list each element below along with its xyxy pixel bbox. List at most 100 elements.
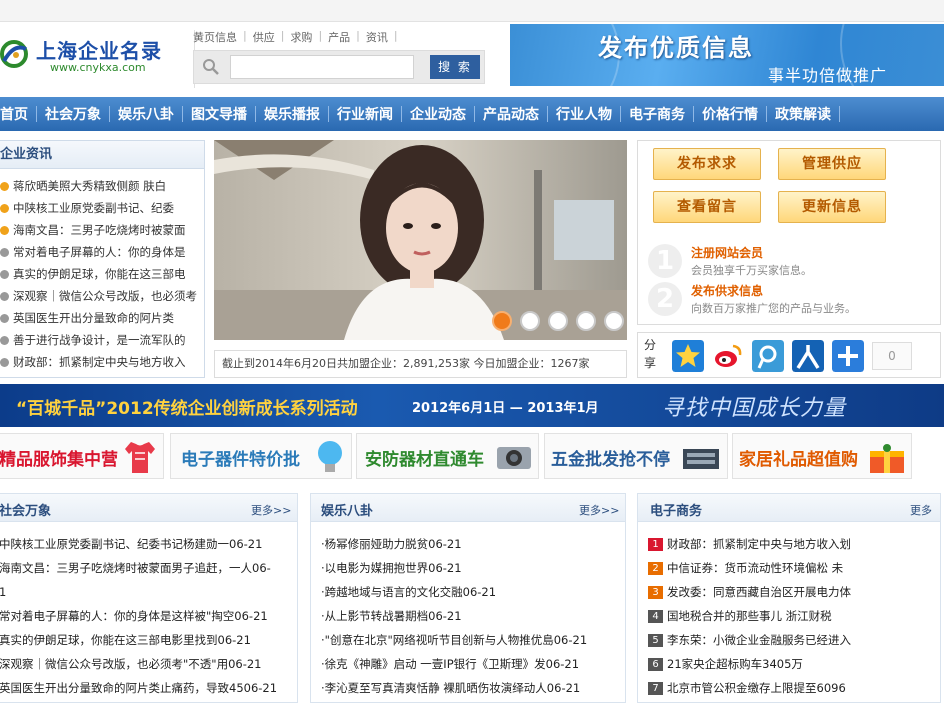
post-request-button[interactable]: 发布求求	[653, 148, 761, 180]
top-ad-banner[interactable]: 发布优质信息 事半功倍做推广	[510, 24, 944, 86]
nav-home[interactable]: 首页	[0, 104, 36, 124]
category-security[interactable]: 安防器材直通车	[356, 433, 539, 479]
view-messages-button[interactable]: 查看留言	[653, 191, 761, 223]
top-link-news[interactable]: 资讯	[360, 29, 394, 45]
list-item[interactable]: ·"创意在北京"网络视听节目创新与人物推优島06-21	[321, 628, 625, 652]
top-link-purchase[interactable]: 求购	[284, 29, 318, 45]
column-society: 社会万象 更多>> 中陕核工业原党委副书记、纪委书记杨建勋一06-21 海南文昌：…	[0, 493, 298, 703]
step-title: 注册网站会员	[691, 246, 764, 260]
list-item[interactable]: 3 发改委：同意西藏自治区开展电力体	[648, 580, 940, 604]
news-item[interactable]: 财政部：抓紧制定中央与地方收入	[0, 351, 204, 373]
renren-icon[interactable]	[792, 340, 824, 372]
column-ecommerce: 电子商务 更多 1 财政部：抓紧制定中央与地方收入划 2 中信证券：货币流动性环境偏松…	[637, 493, 941, 703]
bullet-icon	[0, 335, 9, 345]
nav-industry-people[interactable]: 行业人物	[548, 104, 620, 124]
category-label: 安防器材直通车	[365, 450, 484, 470]
more-link[interactable]: 更多>>	[251, 502, 291, 518]
list-item[interactable]: 4 国地税合并的那些事儿 浙江财税	[648, 604, 940, 628]
category-clothing[interactable]: 精品服饰集中营	[0, 433, 164, 479]
list-item[interactable]: 2 中信证券：货币流动性环境偏松 未	[648, 556, 940, 580]
category-home-gifts[interactable]: 家居礼品超值购	[732, 433, 912, 479]
news-item[interactable]: 善于进行战争设计，是一流军队的	[0, 329, 204, 351]
nav-industry-news[interactable]: 行业新闻	[329, 104, 401, 124]
top-link-yellowpages[interactable]: 黄页信息	[193, 29, 243, 45]
list-item[interactable]: 7 北京市管公积金缴存上限提至6096	[648, 676, 940, 700]
slide-dot[interactable]	[492, 311, 512, 331]
top-link-supply[interactable]: 供应	[247, 29, 281, 45]
nav-company-news[interactable]: 企业动态	[402, 104, 474, 124]
share-count: 0	[872, 342, 912, 370]
list-item[interactable]: 1	[0, 580, 297, 604]
list-item[interactable]: ·以电影为媒拥抱世界06-21	[321, 556, 625, 580]
nav-product-news[interactable]: 产品动态	[475, 104, 547, 124]
news-item[interactable]: 深观察｜微信公众号改版，也必须考	[0, 285, 204, 307]
list-item[interactable]: 真实的伊朗足球，你能在这三部电影里找到06-21	[0, 628, 297, 652]
list-item-text: 北京市管公积金缴存上限提至6096	[667, 681, 846, 695]
main-nav: 首页 社会万象 娱乐八卦 图文导播 娱乐播报 行业新闻 企业动态 产品动态 行业…	[0, 97, 944, 131]
list-item[interactable]: ·徐克《神雕》启动 一壹IP银行《卫斯理》发06-21	[321, 652, 625, 676]
bullet-icon	[0, 203, 9, 213]
nav-photo-guide[interactable]: 图文导播	[183, 104, 255, 124]
qzone-icon[interactable]	[672, 340, 704, 372]
list-item[interactable]: ·跨越地域与语言的文化交融06-21	[321, 580, 625, 604]
logo-swirl-icon	[0, 40, 28, 68]
campaign-banner[interactable]: “百城千品”2012传统企业创新成长系列活动 2012年6月1日 — 2013年…	[0, 384, 944, 427]
step-desc: 向数百万家推广您的产品与业务。	[691, 302, 856, 315]
nav-prices[interactable]: 价格行情	[694, 104, 766, 124]
category-electronics[interactable]: 电子器件特价批	[170, 433, 352, 479]
step-post[interactable]: 2 发布供求信息 向数百万家推广您的产品与业务。	[648, 282, 938, 320]
list-item[interactable]: 中陕核工业原党委副书记、纪委书记杨建勋一06-21	[0, 532, 297, 556]
more-link[interactable]: 更多	[910, 502, 932, 518]
column-list: ·杨幂修丽娅助力脱贫06-21 ·以电影为媒拥抱世界06-21 ·跨越地域与语言的文…	[311, 522, 625, 700]
camera-icon	[497, 447, 531, 469]
more-share-icon[interactable]	[832, 340, 864, 372]
nav-gossip[interactable]: 娱乐八卦	[110, 104, 182, 124]
search-button[interactable]: 搜 索	[430, 55, 480, 79]
logo-url: www.cnykxa.com	[50, 61, 146, 74]
slide-dot[interactable]	[576, 311, 596, 331]
nav-ent-broadcast[interactable]: 娱乐播报	[256, 104, 328, 124]
category-hardware[interactable]: 五金批发抢不停	[544, 433, 728, 479]
list-item[interactable]: ·李沁夏至写真清爽恬静 裸肌晒伤妆演绎动人06-21	[321, 676, 625, 700]
list-item[interactable]: 海南文昌：三男子吃烧烤时被蒙面男子追赶，一人06-	[0, 556, 297, 580]
tencent-weibo-icon[interactable]	[752, 340, 784, 372]
list-item[interactable]: 英国医生开出分量致命的阿片类止痛药，导致4506-21	[0, 676, 297, 700]
step-register[interactable]: 1 注册网站会员 会员独享千万买家信息。	[648, 244, 938, 282]
list-item[interactable]: 1 财政部：抓紧制定中央与地方收入划	[648, 532, 940, 556]
slide-dot[interactable]	[548, 311, 568, 331]
category-label: 五金批发抢不停	[551, 450, 670, 470]
list-item-text: 发改委：同意西藏自治区开展电力体	[667, 585, 851, 599]
action-panel: 发布求求 管理供应 查看留言 更新信息 1 注册网站会员 会员独享千万买家信息。…	[637, 140, 941, 325]
bullet-icon	[0, 247, 9, 257]
more-link[interactable]: 更多>>	[579, 502, 619, 518]
step-number: 2	[648, 282, 682, 316]
list-item-text: 财政部：抓紧制定中央与地方收入划	[667, 537, 851, 551]
site-logo[interactable]: 上海企业名录 www.cnykxa.com	[0, 27, 190, 89]
top-link-products[interactable]: 产品	[322, 29, 356, 45]
manage-supply-button[interactable]: 管理供应	[778, 148, 886, 180]
nav-society[interactable]: 社会万象	[37, 104, 109, 124]
list-item[interactable]: 6 21家央企超标购车3405万	[648, 652, 940, 676]
list-item[interactable]: 常对着电子屏幕的人：你的身体是这样被"掏空06-21	[0, 604, 297, 628]
news-item[interactable]: 海南文昌：三男子吃烧烤时被蒙面	[0, 219, 204, 241]
list-item[interactable]: ·杨幂修丽娅助力脱贫06-21	[321, 532, 625, 556]
nav-policy[interactable]: 政策解读	[767, 104, 839, 124]
list-item[interactable]: 深观察｜微信公众号改版，也必须考"不透"用06-21	[0, 652, 297, 676]
toolbox-icon	[683, 449, 719, 469]
column-title: 社会万象	[0, 504, 52, 519]
weibo-icon[interactable]	[712, 340, 744, 372]
update-info-button[interactable]: 更新信息	[778, 191, 886, 223]
slide-dot[interactable]	[520, 311, 540, 331]
list-item[interactable]: ·从上影节转战暑期档06-21	[321, 604, 625, 628]
nav-ecommerce[interactable]: 电子商务	[621, 104, 693, 124]
news-item[interactable]: 常对着电子屏幕的人：你的身体是	[0, 241, 204, 263]
search-input[interactable]	[230, 55, 414, 79]
slideshow-image[interactable]	[214, 140, 627, 340]
news-item[interactable]: 真实的伊朗足球，你能在这三部电	[0, 263, 204, 285]
news-item[interactable]: 蒋欣晒美照大秀精致侧颜 肤白	[0, 175, 204, 197]
news-item[interactable]: 中陕核工业原党委副书记、纪委	[0, 197, 204, 219]
slide-dot[interactable]	[604, 311, 624, 331]
list-item[interactable]: 5 李东荣：小微企业金融服务已经进入	[648, 628, 940, 652]
news-item[interactable]: 英国医生开出分量致命的阿片类	[0, 307, 204, 329]
rank-badge: 6	[648, 658, 663, 671]
